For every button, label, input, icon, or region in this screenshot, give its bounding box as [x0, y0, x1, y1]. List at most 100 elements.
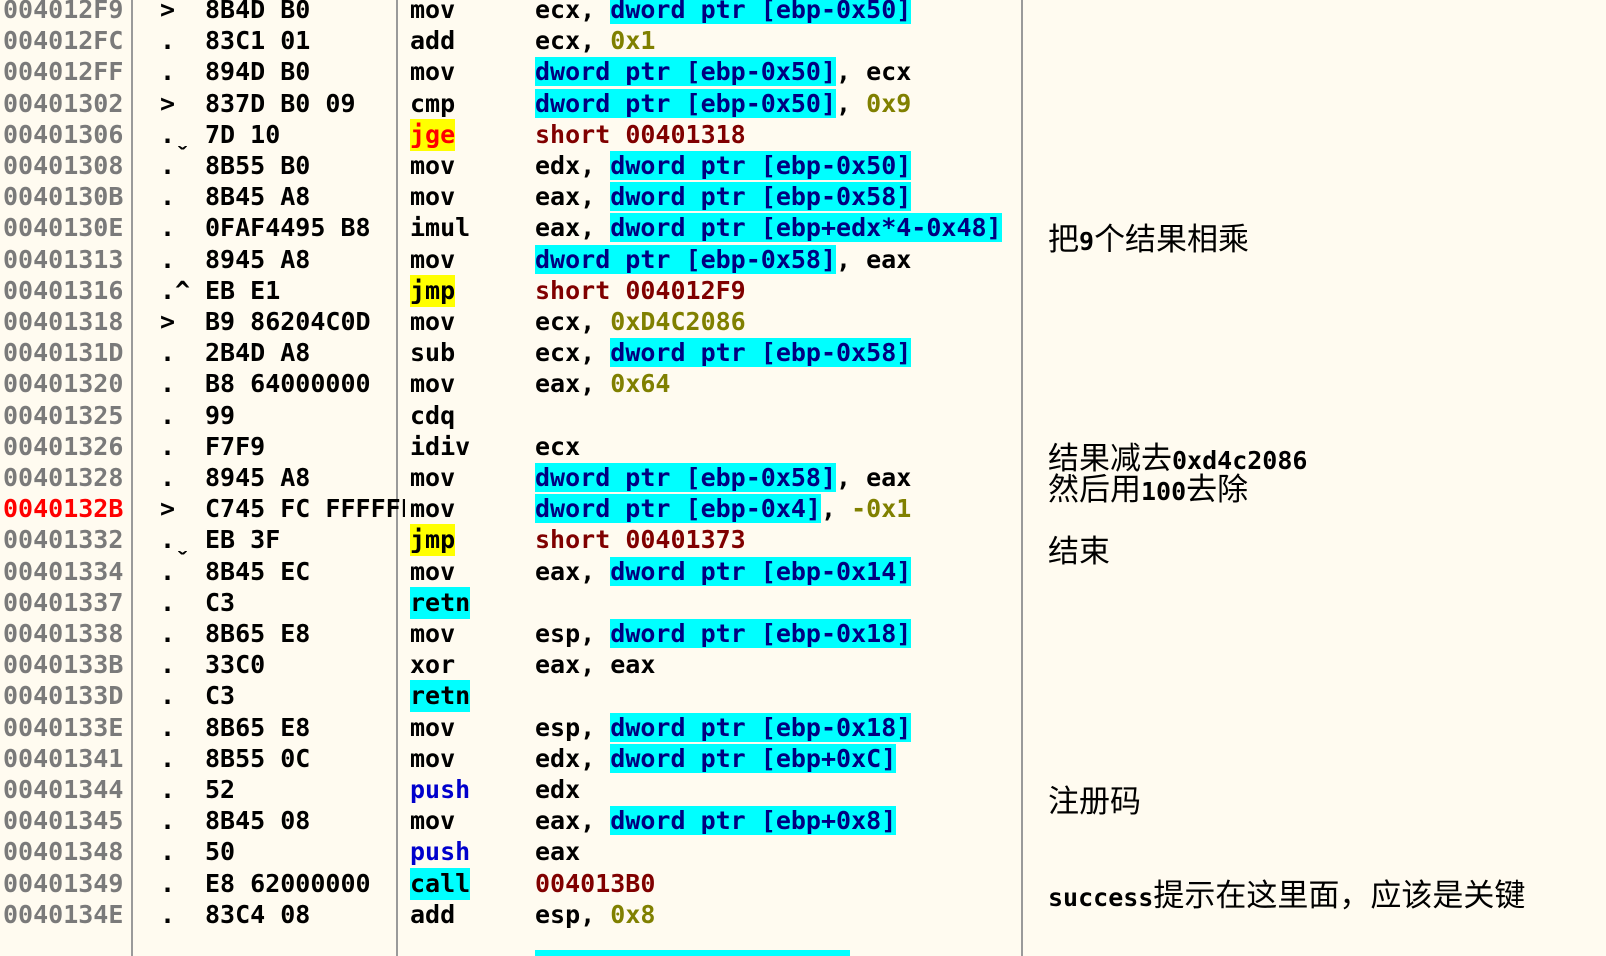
operand-text: edx,	[535, 743, 611, 773]
address: 004012FF	[3, 57, 124, 87]
instruction-row[interactable]: 0040133B. 33C0 xor eax, eax	[0, 649, 1045, 681]
comment-text: 结束	[1048, 534, 1110, 571]
operand-text: esp,	[535, 619, 611, 648]
address: 0040130E	[3, 213, 124, 243]
mnemonic: imul	[410, 213, 471, 243]
jump-marker: .	[160, 868, 176, 898]
instruction-row[interactable]: 004012F9 >8B4D B0 mov ecx, dword ptr [ebp-0…	[0, 0, 1045, 26]
hex-bytes: B8 64000000	[205, 369, 371, 399]
jump-marker: .	[160, 650, 176, 680]
hex-bytes: 8945 A8	[205, 244, 311, 274]
jump-marker: .	[160, 743, 176, 773]
jump-marker: .	[160, 244, 176, 274]
operand-text: 0x9	[866, 88, 912, 118]
instruction-row[interactable]: 0040132B > C745 FC FFFFFFFFmov dword ptr [e…	[0, 493, 1045, 525]
jump-marker: .	[160, 775, 176, 804]
hex-bytes: 0FAF4495 B8	[205, 213, 371, 243]
instruction-row[interactable]: 0040130B. 8B45 A8 mov eax, dword ptr [ebp-0…	[0, 181, 1045, 213]
instruction-row[interactable]: 00401306 .ˬ 7D 10 jge short 00401318	[0, 118, 1045, 151]
operand-text: 004012F9	[625, 275, 746, 305]
memory-operand: dword ptr [ebp-0x58]	[535, 244, 837, 274]
jump-marker: >	[160, 0, 176, 24]
mnemonic: add	[410, 26, 456, 56]
mnemonic: sub	[410, 338, 456, 368]
instruction-row[interactable]: 004012FF. 894D B0 mov dword ptr [ebp-0x50],…	[0, 56, 1045, 88]
operand-text: eax, eax	[535, 650, 656, 680]
hex-bytes: 52	[205, 775, 236, 804]
comment: 把9个结果相乘	[1048, 225, 1249, 257]
instruction-row[interactable]: 00401328. 8945 A8 mov dword ptr [ebp-0x58],…	[0, 462, 1045, 494]
instruction-row[interactable]: 0040134E. 83C4 08 add esp, 0x8	[0, 899, 1045, 931]
mnemonic: mov	[410, 151, 456, 180]
instruction-row[interactable]: 00401325. 99 cdq	[0, 400, 1045, 432]
mnemonic: xor	[410, 650, 456, 680]
operand-text: 0x64	[610, 369, 671, 399]
jump-marker: .	[160, 213, 176, 243]
instruction-row[interactable]: 00401344. 52 push edx	[0, 774, 1045, 806]
jump-marker: >	[160, 88, 176, 118]
memory-operand: dword ptr [ebp-0x18]	[610, 712, 912, 742]
instruction-row[interactable]: 00401334. 8B45 EC mov eax, dword ptr [ebp-0…	[0, 556, 1045, 588]
comment: 注册码	[1048, 787, 1141, 818]
memory-operand: dword ptr [ebp-0x50]	[610, 0, 912, 24]
hex-bytes: 8B4D B0	[205, 0, 311, 24]
operand-text: ecx,	[535, 307, 611, 336]
address: 0040132B	[3, 494, 124, 524]
comment-text: 把	[1048, 222, 1079, 259]
operand-text: ecx,	[535, 26, 611, 56]
instruction-row[interactable]: 0040131D. 2B4D A8 sub ecx, dword ptr [ebp-0…	[0, 337, 1045, 369]
memory-operand: dword ptr [ebp-0x58]	[610, 182, 912, 212]
operand-text: edx	[535, 775, 581, 804]
instruction-row[interactable]: 00401332 .ˬ EB 3F jmp short 00401373	[0, 524, 1045, 557]
instruction-row[interactable]: 00401338. 8B65 E8 mov esp, dword ptr [ebp-0…	[0, 618, 1045, 650]
mnemonic: mov	[410, 806, 456, 836]
hex-bytes: B9 86204C0D	[205, 307, 371, 336]
operand-text: eax,	[535, 556, 611, 586]
instruction-row[interactable]: 00401302 >837D B0 09 cmp dword ptr [ebp-0x5…	[0, 88, 1045, 120]
comment: 结束	[1048, 537, 1110, 568]
mnemonic: mov	[410, 307, 456, 336]
comment-text: success	[1048, 882, 1154, 912]
mnemonic: mov	[410, 369, 456, 399]
instruction-row[interactable]: 00401345. 8B45 08 mov eax, dword ptr [ebp+0…	[0, 805, 1045, 837]
instruction-row[interactable]: 0040133D. C3 retn	[0, 680, 1045, 713]
comment-text: 注册码	[1048, 784, 1141, 820]
instruction-row[interactable]: 00401316 .^ EB E1 jmp short 004012F9	[0, 274, 1045, 307]
instruction-row[interactable]: 00401337. C3 retn	[0, 586, 1045, 619]
operand-text: edx,	[535, 151, 611, 180]
instruction-row[interactable]: 00401326. F7F9 idiv ecx	[0, 431, 1045, 463]
instruction-row[interactable]: 00401318 > B9 86204C0D mov ecx, 0xD4C2086	[0, 306, 1045, 338]
operands: short 00401373	[535, 524, 746, 556]
instruction-row[interactable]: 0040130E. 0FAF4495 B8 imul eax, dword ptr […	[0, 212, 1045, 244]
operand-text: esp,	[535, 712, 611, 742]
operand-text: ecx,	[535, 0, 611, 24]
jump-marker: .	[160, 556, 176, 586]
hex-bytes: 894D B0	[205, 57, 311, 87]
instruction-row[interactable]: 0040133E. 8B65 E8 mov esp, dword ptr [ebp-0…	[0, 712, 1045, 744]
address: 0040133D	[3, 681, 124, 711]
instruction-row[interactable]: 00401308. 8B55 B0 mov edx, dword ptr [ebp-0…	[0, 150, 1045, 182]
instruction-row[interactable]: 00401341. 8B55 0C mov edx, dword ptr [ebp+0…	[0, 743, 1045, 775]
instruction-row[interactable]: 00401348. 50 push eax	[0, 836, 1045, 868]
operand-text: eax,	[535, 369, 611, 399]
operands: eax, 0x64	[535, 368, 670, 400]
operands: dword ptr [ebp-0x50], ecx	[535, 56, 911, 88]
partial-highlight-row	[535, 950, 850, 956]
mnemonic: cmp	[410, 88, 456, 118]
mnemonic: mov	[410, 0, 456, 24]
address: 00401326	[3, 431, 124, 461]
instruction-row[interactable]: 00401313. 8945 A8 mov dword ptr [ebp-0x58],…	[0, 244, 1045, 276]
disassembly-panel[interactable]: 004012F9 >8B4D B0 mov ecx, dword ptr [ebp-0…	[0, 0, 1606, 956]
operand-text: short	[535, 119, 626, 149]
instruction-row[interactable]: 00401320. B8 64000000 mov eax, 0x64	[0, 368, 1045, 400]
operands: ecx, dword ptr [ebp-0x50]	[535, 0, 912, 26]
address: 00401302	[3, 88, 124, 118]
operands: dword ptr [ebp-0x58], eax	[535, 244, 911, 276]
operands: edx, dword ptr [ebp-0x50]	[535, 150, 912, 182]
operand-text: short	[535, 275, 626, 305]
operands: 004013B0	[535, 868, 655, 900]
hex-bytes: 83C4 08	[205, 899, 311, 929]
instruction-row[interactable]: 004012FC. 83C1 01 add ecx, 0x1	[0, 25, 1045, 57]
instruction-row[interactable]: 00401349. E8 62000000 call 004013B0	[0, 867, 1045, 900]
address: 00401308	[3, 151, 124, 180]
